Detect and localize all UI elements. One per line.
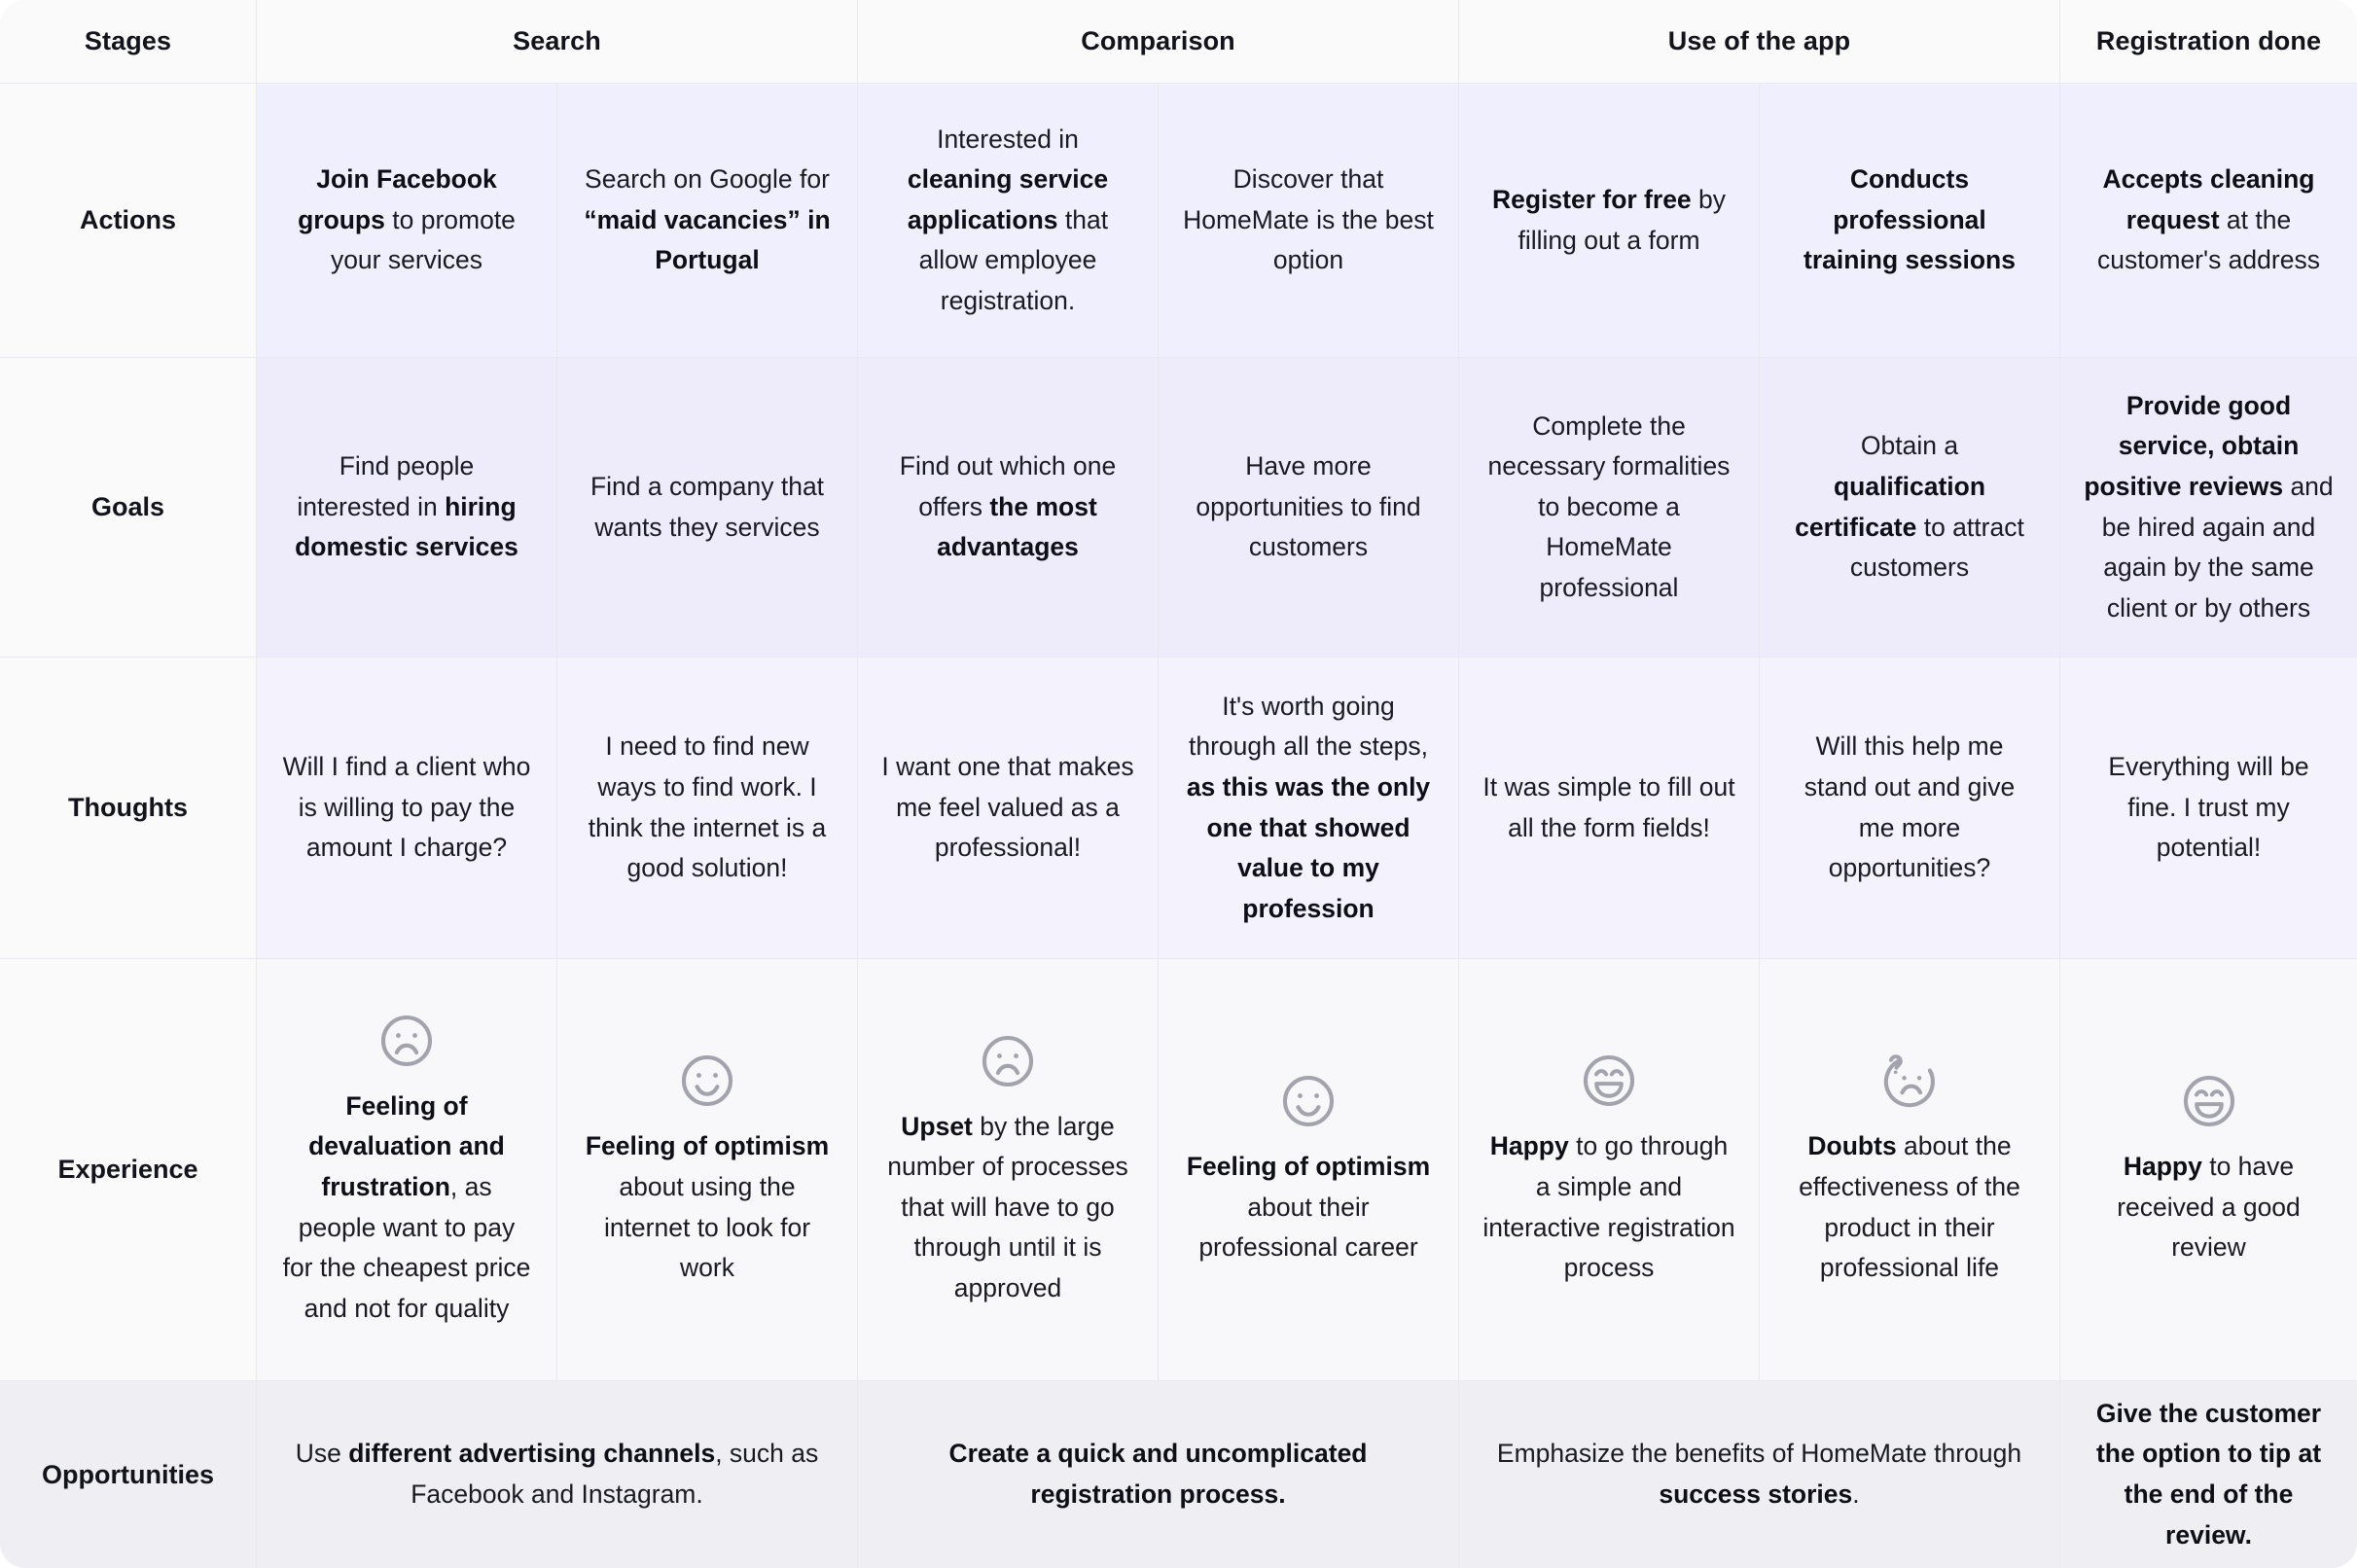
- cell-thoughts-7[interactable]: Everything will be fine. I trust my pote…: [2060, 658, 2357, 959]
- sad-face-icon: [978, 1031, 1038, 1091]
- cell-text: Will this help me stand out and give me …: [1803, 731, 2016, 883]
- cell-actions-2[interactable]: Search on Google for “maid vacancies” in…: [557, 84, 858, 358]
- cell-text: Join Facebook groups to promote your ser…: [298, 164, 516, 275]
- cell-actions-4[interactable]: Discover that HomeMate is the best optio…: [1159, 84, 1459, 358]
- cell-experience-6[interactable]: Doubts about the effectiveness of the pr…: [1760, 959, 2060, 1381]
- cell-goals-4[interactable]: Have more opportunities to find customer…: [1159, 358, 1459, 658]
- cell-text: It's worth going through all the steps, …: [1186, 691, 1431, 923]
- journey-grid: Stages Search Comparison Use of the app Regi…: [0, 0, 2357, 1568]
- cell-goals-6[interactable]: Obtain a qualification certificate to at…: [1760, 358, 2060, 658]
- cell-text: Feeling of devaluation and frustration, …: [282, 1090, 531, 1323]
- cell-text: Find people interested in hiring domesti…: [295, 451, 518, 562]
- row-label-actions: Actions: [0, 84, 257, 358]
- cell-text: Have more opportunities to find customer…: [1196, 451, 1421, 562]
- cell-actions-5[interactable]: Register for free by filling out a form: [1459, 84, 1760, 358]
- cell-text: Feeling of optimism about their professi…: [1186, 1152, 1431, 1263]
- row-label-thoughts: Thoughts: [0, 658, 257, 959]
- cell-text: Everything will be fine. I trust my pote…: [2108, 752, 2309, 863]
- cell-thoughts-5[interactable]: It was simple to fill out all the form f…: [1459, 658, 1760, 959]
- cell-experience-2[interactable]: Feeling of optimism about using the inte…: [557, 959, 858, 1381]
- cell-experience-4[interactable]: Feeling of optimism about their professi…: [1159, 959, 1459, 1381]
- cell-thoughts-6[interactable]: Will this help me stand out and give me …: [1760, 658, 2060, 959]
- cell-text: I want one that makes me feel valued as …: [881, 752, 1134, 863]
- cell-text: Accepts cleaning request at the customer…: [2097, 164, 2320, 275]
- cell-experience-3[interactable]: Upset by the large number of processes t…: [858, 959, 1159, 1381]
- cell-goals-7[interactable]: Provide good service, obtain positive re…: [2060, 358, 2357, 658]
- cell-text: Give the customer the option to tip at t…: [2095, 1398, 2322, 1550]
- cell-text: Complete the necessary formalities to be…: [1487, 410, 1731, 602]
- cell-text: It was simple to fill out all the form f…: [1482, 771, 1735, 842]
- cell-opportunities-1[interactable]: Use different advertising channels, such…: [257, 1381, 858, 1568]
- cell-goals-2[interactable]: Find a company that wants they services: [557, 358, 858, 658]
- stage-header-search[interactable]: Search: [257, 0, 858, 84]
- cell-text: Will I find a client who is willing to p…: [282, 752, 531, 863]
- cell-text: Search on Google for “maid vacancies” in…: [584, 164, 831, 275]
- sad-face-icon: [376, 1011, 437, 1071]
- cell-text: Provide good service, obtain positive re…: [2084, 390, 2334, 623]
- cell-actions-6[interactable]: Conducts professional training sessions: [1760, 84, 2060, 358]
- cell-thoughts-2[interactable]: I need to find new ways to find work. I …: [557, 658, 858, 959]
- cell-text: Create a quick and uncomplicated registr…: [948, 1439, 1368, 1509]
- cell-goals-3[interactable]: Find out which one offers the most advan…: [858, 358, 1159, 658]
- cell-experience-1[interactable]: Feeling of devaluation and frustration, …: [257, 959, 557, 1381]
- cell-goals-1[interactable]: Find people interested in hiring domesti…: [257, 358, 557, 658]
- cell-thoughts-4[interactable]: It's worth going through all the steps, …: [1159, 658, 1459, 959]
- cell-text: Happy to have received a good review: [2117, 1152, 2301, 1263]
- cell-text: Discover that HomeMate is the best optio…: [1183, 164, 1434, 275]
- row-label-goals: Goals: [0, 358, 257, 658]
- cell-text: Upset by the large number of processes t…: [887, 1111, 1128, 1302]
- stage-header-use-of-the-app[interactable]: Use of the app: [1459, 0, 2060, 84]
- smile-face-icon: [677, 1051, 737, 1111]
- grin-face-icon: [1579, 1051, 1639, 1111]
- cell-thoughts-3[interactable]: I want one that makes me feel valued as …: [858, 658, 1159, 959]
- cell-text: Register for free by filling out a form: [1491, 184, 1727, 255]
- smile-face-icon: [1278, 1071, 1339, 1131]
- cell-actions-7[interactable]: Accepts cleaning request at the customer…: [2060, 84, 2357, 358]
- cell-text: Conducts professional training sessions: [1803, 164, 2016, 275]
- cell-experience-5[interactable]: Happy to go through a simple and interac…: [1459, 959, 1760, 1381]
- cell-text: Happy to go through a simple and interac…: [1482, 1131, 1735, 1283]
- row-label-opportunities: Opportunities: [0, 1381, 257, 1568]
- cell-thoughts-1[interactable]: Will I find a client who is willing to p…: [257, 658, 557, 959]
- cell-opportunities-2[interactable]: Create a quick and uncomplicated registr…: [858, 1381, 1459, 1568]
- cell-opportunities-4[interactable]: Give the customer the option to tip at t…: [2060, 1381, 2357, 1568]
- cell-opportunities-3[interactable]: Emphasize the benefits of HomeMate throu…: [1459, 1381, 2060, 1568]
- cell-actions-1[interactable]: Join Facebook groups to promote your ser…: [257, 84, 557, 358]
- cell-text: Interested in cleaning service applicati…: [907, 124, 1109, 315]
- cell-text: Find out which one offers the most advan…: [899, 451, 1117, 562]
- confused-face-icon: [1879, 1051, 1940, 1111]
- cell-goals-5[interactable]: Complete the necessary formalities to be…: [1459, 358, 1760, 658]
- cell-text: Obtain a qualification certificate to at…: [1795, 431, 2024, 583]
- stage-header-comparison[interactable]: Comparison: [858, 0, 1459, 84]
- cell-actions-3[interactable]: Interested in cleaning service applicati…: [858, 84, 1159, 358]
- cell-text: Find a company that wants they services: [589, 471, 825, 542]
- cell-text: Emphasize the benefits of HomeMate throu…: [1496, 1439, 2022, 1509]
- user-journey-map: Stages Search Comparison Use of the app Regi…: [0, 0, 2357, 1568]
- cell-text: Use different advertising channels, such…: [295, 1439, 819, 1509]
- cell-experience-7[interactable]: Happy to have received a good review: [2060, 959, 2357, 1381]
- cell-text: I need to find new ways to find work. I …: [588, 731, 827, 883]
- stages-column-header: Stages: [0, 0, 257, 84]
- grin-face-icon: [2179, 1071, 2239, 1131]
- stage-header-registration-done[interactable]: Registration done: [2060, 0, 2357, 84]
- row-label-experience: Experience: [0, 959, 257, 1381]
- cell-text: Doubts about the effectiveness of the pr…: [1799, 1131, 2020, 1283]
- cell-text: Feeling of optimism about using the inte…: [585, 1131, 830, 1283]
